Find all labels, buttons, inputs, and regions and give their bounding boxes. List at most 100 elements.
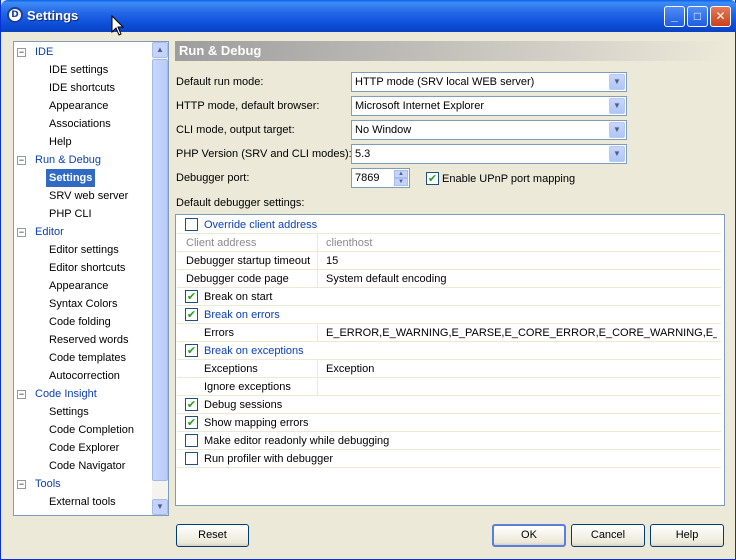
grid-checkbox[interactable] [185,434,198,447]
grid-checkbox[interactable]: ✔ [185,308,198,321]
tree-item-label: Editor shortcuts [49,262,126,274]
tree-item[interactable]: Editor shortcuts [14,259,154,277]
grid-value[interactable]: System default encoding [317,270,717,288]
ok-button[interactable]: OK [492,524,566,547]
grid-value[interactable] [317,378,717,396]
debugger-port-stepper[interactable]: 7869 ▲ ▼ [351,168,410,188]
default-run-mode-select[interactable]: HTTP mode (SRV local WEB server) ▼ [351,72,627,92]
tree-item-label: Appearance [49,100,109,112]
app-logo-icon: D [7,7,23,23]
chevron-down-icon[interactable]: ▼ [609,146,625,162]
collapse-icon[interactable]: − [17,48,26,57]
title-bar[interactable]: D Settings _ □ ✕ [1,0,736,36]
tree-category[interactable]: − Code Insight [14,385,154,403]
grid-row[interactable]: Exceptions Exception [177,360,721,378]
tree-item[interactable]: Appearance [14,277,154,295]
cancel-button[interactable]: Cancel [571,524,645,547]
combo-value: Microsoft Internet Explorer [355,100,484,112]
tree-item[interactable]: PHP CLI [14,205,154,223]
tree-item[interactable]: External tools [14,493,154,511]
increment-icon[interactable]: ▲ [394,170,408,178]
scroll-thumb[interactable] [152,59,168,481]
grid-row[interactable]: ✔ Show mapping errors [177,414,721,432]
php-version-select[interactable]: 5.3 ▼ [351,144,627,164]
scroll-down-icon[interactable]: ▼ [152,499,168,515]
grid-row[interactable]: Client address clienthost [177,234,721,252]
tree-item[interactable]: Autocorrection [14,367,154,385]
reset-button[interactable]: Reset [176,524,249,547]
tree-category[interactable]: − Tools [14,475,154,493]
chevron-down-icon[interactable]: ▼ [609,122,625,138]
grid-checkbox[interactable]: ✔ [185,344,198,357]
grid-row[interactable]: ✔ Debug sessions [177,396,721,414]
tree-item-label: Settings [49,406,89,418]
grid-checkbox[interactable]: ✔ [185,398,198,411]
maximize-button[interactable]: □ [687,6,708,27]
grid-row[interactable]: ✔ Break on exceptions [177,342,721,360]
tree-item-label: Code templates [49,352,127,364]
tree-item[interactable]: Appearance [14,97,154,115]
collapse-icon[interactable]: − [17,156,26,165]
tree-item-label: Code Completion [49,424,134,436]
combo-value: No Window [355,124,412,136]
grid-checkbox[interactable]: ✔ [185,290,198,303]
grid-checkbox[interactable]: ✔ [185,416,198,429]
upnp-checkbox[interactable]: ✔ [426,172,439,185]
grid-row[interactable]: Ignore exceptions [177,378,721,396]
grid-row[interactable]: Debugger startup timeout 15 [177,252,721,270]
collapse-icon[interactable]: − [17,228,26,237]
grid-value[interactable]: E_ERROR,E_WARNING,E_PARSE,E_CORE_ERROR,E… [317,324,717,342]
tree-item[interactable]: Code templates [14,349,154,367]
tree-item[interactable]: Code Navigator [14,457,154,475]
tree-item-label: Run & Debug [35,154,102,166]
grid-value[interactable]: 15 [317,252,717,270]
cli-output-select[interactable]: No Window ▼ [351,120,627,140]
tree-item-label: Reserved words [49,334,129,346]
help-button[interactable]: Help [650,524,724,547]
chevron-down-icon[interactable]: ▼ [609,74,625,90]
grid-row[interactable]: Override client address [177,216,721,234]
tree-item[interactable]: SRV web server [14,187,154,205]
section-header: Run & Debug [175,41,725,61]
grid-value[interactable]: Exception [317,360,717,378]
tree-item[interactable]: IDE settings [14,61,154,79]
collapse-icon[interactable]: − [17,480,26,489]
default-browser-select[interactable]: Microsoft Internet Explorer ▼ [351,96,627,116]
tree-item-label: Editor settings [49,244,119,256]
tree-item[interactable]: Settings [14,169,154,187]
tree-item[interactable]: Reserved words [14,331,154,349]
grid-row[interactable]: Errors E_ERROR,E_WARNING,E_PARSE,E_CORE_E… [177,324,721,342]
tree-item[interactable]: Syntax Colors [14,295,154,313]
scroll-up-icon[interactable]: ▲ [152,42,168,58]
tree-category[interactable]: − IDE [14,43,154,61]
grid-checkbox[interactable] [185,452,198,465]
tree-scrollbar[interactable]: ▲ ▼ [152,42,168,515]
grid-row[interactable]: Make editor readonly while debugging [177,432,721,450]
tree-item[interactable]: Settings [14,403,154,421]
decrement-icon[interactable]: ▼ [394,178,408,186]
tree-item-label: IDE [35,46,54,58]
tree-item[interactable]: Help [14,133,154,151]
tree-category[interactable]: − Editor [14,223,154,241]
grid-row[interactable]: ✔ Break on errors [177,306,721,324]
mouse-cursor-icon [111,15,125,36]
grid-row[interactable]: Run profiler with debugger [177,450,721,468]
grid-label: Client address [186,237,257,249]
minimize-button[interactable]: _ [664,6,685,27]
tree-item[interactable]: Associations [14,115,154,133]
settings-tree[interactable]: External tools − Tools Code Navigator Code E… [13,41,169,516]
collapse-icon[interactable]: − [17,390,26,399]
tree-category[interactable]: − Run & Debug [14,151,154,169]
tree-item[interactable]: Editor settings [14,241,154,259]
tree-item[interactable]: Code Explorer [14,439,154,457]
tree-item[interactable]: Code Completion [14,421,154,439]
tree-item[interactable]: IDE shortcuts [14,79,154,97]
grid-value[interactable]: clienthost [317,234,717,252]
grid-row[interactable]: ✔ Break on start [177,288,721,306]
grid-checkbox[interactable] [185,218,198,231]
grid-row[interactable]: Debugger code page System default encodin… [177,270,721,288]
tree-item[interactable]: Code folding [14,313,154,331]
debugger-property-grid[interactable]: Override client address Client address cli… [175,214,725,506]
close-button[interactable]: ✕ [710,6,731,27]
chevron-down-icon[interactable]: ▼ [609,98,625,114]
